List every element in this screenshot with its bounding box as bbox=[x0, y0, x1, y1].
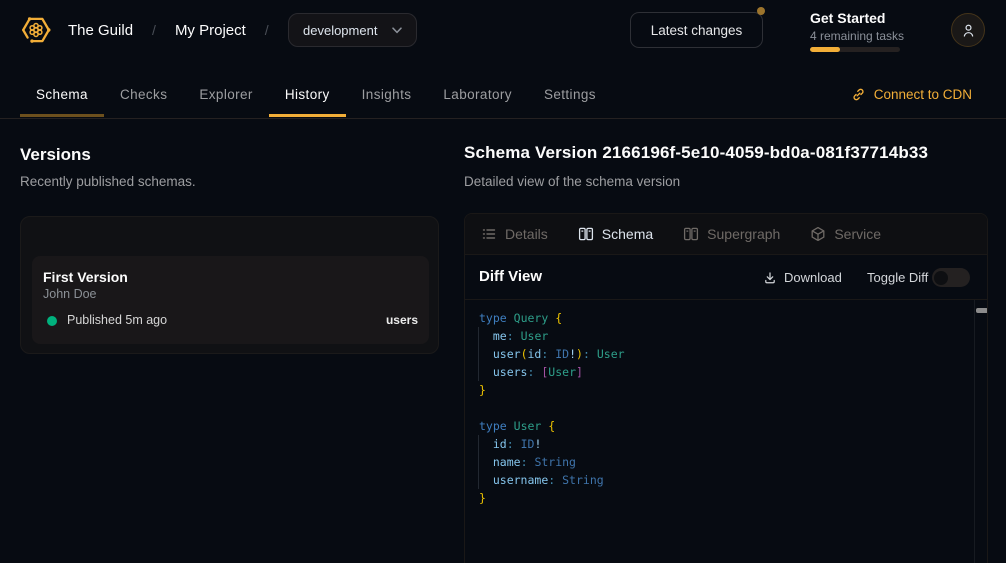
code-line: username: String bbox=[479, 471, 987, 489]
chevron-down-icon bbox=[392, 27, 402, 34]
get-started-widget[interactable]: Get Started 4 remaining tasks bbox=[810, 10, 930, 52]
code-scrollbar-thumb[interactable] bbox=[976, 308, 988, 313]
primary-nav: SchemaChecksExplorerHistoryInsightsLabor… bbox=[0, 60, 1006, 119]
nav-tab-explorer[interactable]: Explorer bbox=[183, 76, 268, 116]
page: The Guild / My Project / development Lat… bbox=[0, 0, 1006, 563]
indent-guide bbox=[478, 327, 479, 381]
target-selector-value: development bbox=[303, 23, 392, 38]
code-line: user(id: ID!): User bbox=[479, 345, 987, 363]
download-icon bbox=[763, 271, 777, 285]
version-card-title: First Version bbox=[43, 269, 128, 285]
nav-tab-laboratory[interactable]: Laboratory bbox=[427, 76, 528, 116]
diff-view-header: Diff View Download Toggle Diff bbox=[465, 255, 987, 300]
person-icon bbox=[961, 23, 976, 38]
code-line: type User { bbox=[479, 417, 987, 435]
get-started-subtitle: 4 remaining tasks bbox=[810, 29, 930, 44]
schema-version-title: Schema Version 2166196f-5e10-4059-bd0a-0… bbox=[464, 143, 928, 163]
detail-tab-schema[interactable]: Schema bbox=[578, 226, 653, 242]
connect-to-cdn-link[interactable]: Connect to CDN bbox=[851, 76, 972, 113]
code-line: } bbox=[479, 489, 987, 507]
versions-subtitle: Recently published schemas. bbox=[20, 174, 196, 189]
toggle-diff-switch[interactable] bbox=[932, 268, 970, 287]
breadcrumb-separator: / bbox=[265, 22, 269, 38]
download-button[interactable]: Download bbox=[763, 255, 842, 300]
version-card[interactable]: First Version John Doe Published 5m ago … bbox=[32, 256, 429, 344]
list-icon bbox=[481, 226, 497, 242]
latest-changes-button[interactable]: Latest changes bbox=[630, 12, 763, 48]
detail-tab-label: Schema bbox=[602, 226, 653, 242]
get-started-title: Get Started bbox=[810, 10, 930, 27]
toggle-diff-label: Toggle Diff bbox=[867, 255, 928, 300]
download-label: Download bbox=[784, 270, 842, 285]
panels-icon bbox=[683, 226, 699, 242]
code-line: } bbox=[479, 381, 987, 399]
version-card-service: users bbox=[386, 313, 418, 327]
link-icon bbox=[851, 87, 866, 102]
nav-tab-settings[interactable]: Settings bbox=[528, 76, 612, 116]
primary-nav-tabs: SchemaChecksExplorerHistoryInsightsLabor… bbox=[20, 76, 612, 116]
version-card-author: John Doe bbox=[43, 287, 97, 301]
code-line: me: User bbox=[479, 327, 987, 345]
code-line: users: [User] bbox=[479, 363, 987, 381]
hive-logo-icon[interactable] bbox=[20, 14, 52, 46]
detail-tab-details[interactable]: Details bbox=[481, 226, 548, 242]
versions-title: Versions bbox=[20, 145, 91, 165]
detail-tab-label: Supergraph bbox=[707, 226, 780, 242]
nav-tab-history[interactable]: History bbox=[269, 76, 346, 116]
breadcrumb: The Guild / My Project / bbox=[68, 0, 288, 60]
indent-guide bbox=[478, 435, 479, 489]
target-selector[interactable]: development bbox=[288, 13, 417, 47]
code-line: type Query { bbox=[479, 309, 987, 327]
published-status-dot bbox=[47, 316, 57, 326]
schema-code-block[interactable]: type Query { me: User user(id: ID!): Use… bbox=[465, 300, 987, 563]
detail-tab-label: Service bbox=[834, 226, 881, 242]
code-line: id: ID! bbox=[479, 435, 987, 453]
detail-tab-label: Details bbox=[505, 226, 548, 242]
diff-view-title: Diff View bbox=[479, 268, 542, 285]
nav-tab-checks[interactable]: Checks bbox=[104, 76, 183, 116]
detail-tab-service[interactable]: Service bbox=[810, 226, 881, 242]
get-started-progress-fill bbox=[810, 47, 840, 52]
nav-tab-insights[interactable]: Insights bbox=[346, 76, 428, 116]
version-card-status: Published 5m ago bbox=[67, 313, 167, 327]
notification-dot bbox=[757, 7, 765, 15]
version-detail-tabs: Details Schema Supergraph Service bbox=[465, 214, 987, 255]
connect-to-cdn-label: Connect to CDN bbox=[874, 87, 972, 102]
detail-tab-supergraph[interactable]: Supergraph bbox=[683, 226, 780, 242]
schema-version-card: Details Schema Supergraph Service Diff View… bbox=[464, 213, 988, 563]
nav-tab-schema[interactable]: Schema bbox=[20, 76, 104, 116]
panels-icon bbox=[578, 226, 594, 242]
code-scrollbar[interactable] bbox=[974, 300, 988, 563]
breadcrumb-separator: / bbox=[152, 22, 156, 38]
box-icon bbox=[810, 226, 826, 242]
code-line: name: String bbox=[479, 453, 987, 471]
versions-list: First Version John Doe Published 5m ago … bbox=[20, 216, 439, 354]
user-menu-button[interactable] bbox=[951, 13, 985, 47]
schema-version-subtitle: Detailed view of the schema version bbox=[464, 174, 680, 189]
toggle-diff-knob bbox=[934, 271, 948, 285]
org-link[interactable]: The Guild bbox=[68, 22, 133, 39]
get-started-progress bbox=[810, 47, 900, 52]
project-link[interactable]: My Project bbox=[175, 22, 246, 39]
code-line bbox=[479, 399, 987, 417]
